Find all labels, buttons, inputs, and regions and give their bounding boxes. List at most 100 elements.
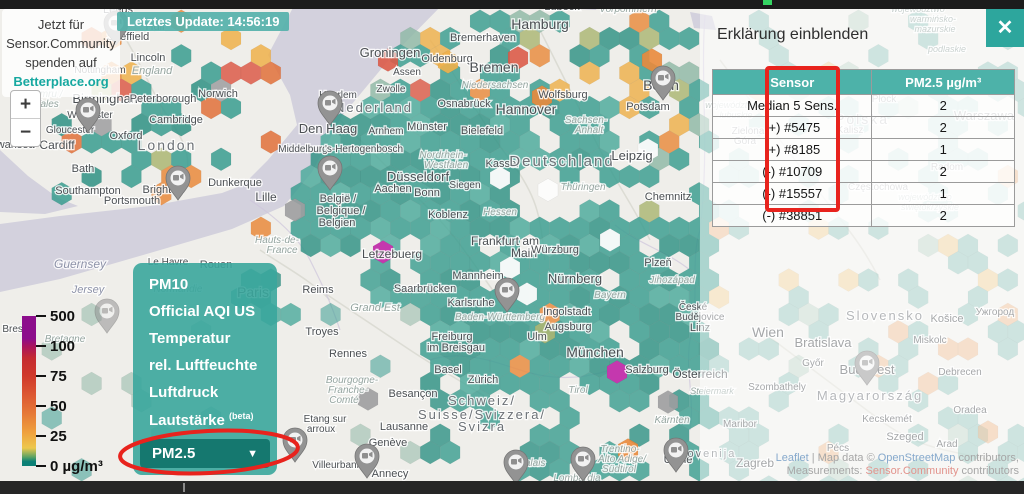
value-cell: 2 [872,117,1015,139]
tick-label: 50 [50,398,67,415]
layer-item-pm10[interactable]: PM10 [133,271,277,298]
map-place-label: Baden-Württemberg [455,312,545,323]
map-place-label: Bielefeld [461,125,503,137]
map-place-label: England [132,65,173,77]
attribution-text: contributors, [955,452,1019,464]
betterplace-link[interactable]: Betterplace.org [4,72,118,91]
zoom-out-button[interactable]: − [11,118,40,146]
color-scale-legend: 500 100 75 50 25 0 µg/m³ [20,306,120,478]
map-place-label: im Breisgau [427,342,485,354]
zoom-in-button[interactable]: + [11,91,40,118]
map-place-label: Augsburg [544,321,591,333]
sensor-column-header: Sensor [713,70,872,95]
map-place-label: Hamburg [511,16,569,32]
tick-mark [36,435,46,437]
map-place-label: Bath [72,163,95,175]
map-place-label: Chemnitz [645,191,691,203]
value-cell: 2 [872,161,1015,183]
zoom-control: + − [10,90,41,147]
map-place-label: Rennes [329,348,367,360]
map-place-label: Hessen [483,207,517,218]
gradient-bar [22,316,36,466]
layer-select-pm25[interactable]: PM2.5 ▼ [140,439,270,468]
map-place-label: Middelburg [278,144,327,155]
donation-widget: Jetzt für Sensor.Community spenden auf B… [2,9,120,97]
map-place-label: Südtirol [602,464,637,475]
map-place-label: Wolfsburg [538,89,587,101]
map-place-label: 's-Hertogenbosch [325,144,403,155]
value-cell: 2 [872,95,1015,117]
map-attribution: Leaflet | Map data © OpenStreetMap contr… [776,452,1019,478]
leaflet-link[interactable]: Leaflet [776,452,809,464]
donation-line: spenden auf [4,53,118,72]
selected-layer-label: PM2.5 [152,445,195,462]
sensor-community-link[interactable]: Sensor.Community [866,465,959,477]
map-place-label: Assen [393,67,421,78]
map-place-label: Besançon [389,388,438,400]
map-place-label: Basel [434,364,462,376]
tick-label: 25 [50,428,67,445]
map-place-label: Aachen [374,183,411,195]
close-icon[interactable]: ✕ [986,9,1024,47]
tick-mark [36,405,46,407]
layer-item-temperatur[interactable]: Temperatur [133,325,277,352]
sensor-cell[interactable]: (+) #5475 [713,117,872,139]
map-place-label: Osnabrück [437,98,491,110]
last-update-badge: Letztes Update: 14:56:19 [117,12,289,31]
map-place-label: Niedersachsen [462,80,529,91]
map-place-label: Zwolle [377,84,406,95]
map-place-label: Leipzig [611,148,652,163]
map-place-label: Lincoln [131,52,166,64]
layer-item-lautstaerke[interactable]: Lautstärke (beta) [133,406,277,434]
tick-label: 75 [50,368,67,385]
sensor-cell[interactable]: (-) #10709 [713,161,872,183]
table-row: Median 5 Sens. 2 [713,95,1015,117]
map-place-label: Svizra [458,419,506,434]
attribution-text: | Map data © [809,452,878,464]
tick-mark [36,375,46,377]
map-place-label: Hannover [496,101,557,117]
map-place-label: Deutschland [509,153,614,170]
map-place-label: München [566,344,624,360]
layer-item-luftfeuchte[interactable]: rel. Luftfeuchte [133,352,277,379]
map-place-label: Guernsey [54,257,107,271]
map-place-label: Groningen [360,45,421,60]
attribution-text: Measurements: [787,465,866,477]
map-place-label: Saarbrücken [394,283,456,295]
map-place-label: Jersey [71,284,106,296]
map-place-label: Lausanne [380,421,428,433]
table-row: (-) #15557 1 [713,183,1015,205]
map-place-label: Bayern [594,290,626,301]
layer-item-luftdruck[interactable]: Luftdruck [133,379,277,406]
map-place-label: Cardiff [39,138,75,152]
osm-link[interactable]: OpenStreetMap [878,452,956,464]
map-place-label: België / [320,193,358,205]
map-place-label: Münster [407,121,447,133]
map-place-label: Den Haag [299,121,358,136]
map-place-label: Bremerhaven [450,32,516,44]
map-place-label: Comté [329,395,359,406]
attribution-text: contributors [958,465,1019,477]
map-place-label: Potsdam [626,101,669,113]
map-place-label: Würzburg [531,244,579,256]
panel-title[interactable]: Erklärung einblenden [717,26,868,44]
map-place-label: Plzeň [644,257,672,269]
sensor-cell[interactable]: (-) #15557 [713,183,872,205]
table-row: (-) #10709 2 [713,161,1015,183]
map-place-label: Oldenburg [421,53,472,65]
sensor-community-map-app: { "donation": {"line1": "Jetzt für", "li… [0,0,1024,494]
explanation-panel: Erklärung einblenden ✕ Sensor PM2.5 µg/m… [700,9,1024,481]
map-place-label: Norwich [198,88,238,100]
map-place-label: Siegen [449,180,480,191]
map-place-label: Anhalt [574,125,605,136]
map-place-label: Letzebuerg [362,247,422,261]
sensor-cell[interactable]: (-) #38851 [713,205,872,227]
map-place-label: Tirol [568,385,588,396]
map-place-label: Dunkerque [208,177,262,189]
layer-item-aqi-us[interactable]: Official AQI US [133,298,277,325]
value-column-header: PM2.5 µg/m³ [872,70,1015,95]
sensor-cell[interactable]: (+) #8185 [713,139,872,161]
map-place-label: Grand Est [350,302,400,314]
table-row: (+) #8185 1 [713,139,1015,161]
donation-line: Jetzt für [4,15,118,34]
